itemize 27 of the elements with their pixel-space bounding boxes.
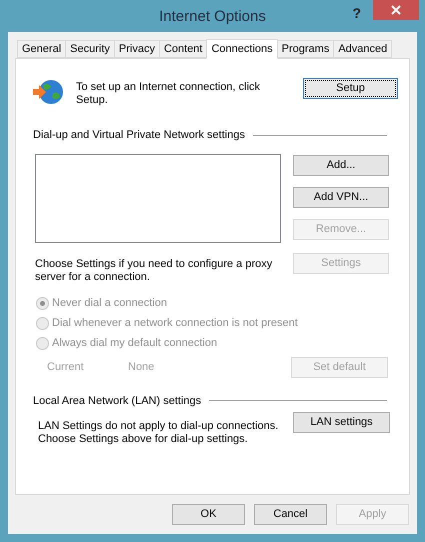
tab[interactable]: Connections (206, 39, 278, 59)
tab[interactable]: Content (158, 40, 208, 58)
lan-settings-button[interactable]: LAN settings (293, 412, 390, 433)
tab[interactable]: Programs (276, 40, 334, 58)
close-button[interactable] (373, 0, 419, 20)
dialog-button[interactable]: Cancel (254, 504, 327, 525)
current-label: Current (47, 360, 85, 375)
setup-button[interactable]: Setup (303, 78, 398, 99)
dialup-button[interactable]: Add... (293, 154, 389, 176)
current-value: None (128, 360, 156, 375)
window-title: Internet Options (159, 8, 266, 25)
close-icon (391, 5, 401, 15)
setup-text: To set up an Internet connection, click Setup. (76, 81, 262, 107)
dialup-button[interactable]: Add VPN... (293, 186, 389, 208)
group-heading: Local Area Network (LAN) settings (33, 394, 202, 408)
globe-icon (33, 79, 65, 105)
help-button[interactable]: ? (352, 3, 361, 24)
tab[interactable]: Security (65, 40, 115, 58)
tab[interactable]: Privacy (114, 40, 160, 58)
proxy-text: Choose Settings if you need to configure a proxy server for a connection. (35, 258, 274, 284)
tab[interactable]: General (17, 40, 66, 58)
dialog-button[interactable]: OK (172, 504, 245, 525)
lan-text: LAN Settings do not apply to dial-up connections. (38, 420, 280, 433)
lan-text: Choose Settings above for dial-up settings. (38, 433, 249, 446)
tab[interactable]: Advanced (333, 40, 392, 58)
connection-list[interactable] (35, 154, 281, 242)
group-heading: Dial-up and Virtual Private Network settings (33, 128, 245, 143)
